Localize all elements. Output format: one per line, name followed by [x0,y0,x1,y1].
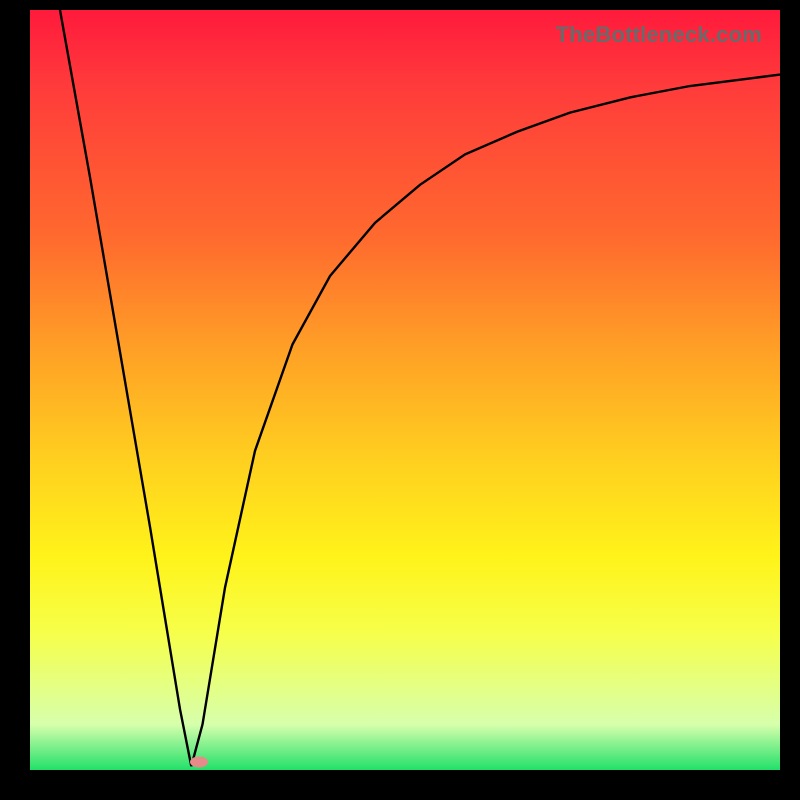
plot-area: TheBottleneck.com [30,10,780,770]
curve-line [60,10,780,766]
bottleneck-curve [30,10,780,770]
optimum-marker-icon [190,757,208,768]
chart-container: TheBottleneck.com [0,0,800,800]
